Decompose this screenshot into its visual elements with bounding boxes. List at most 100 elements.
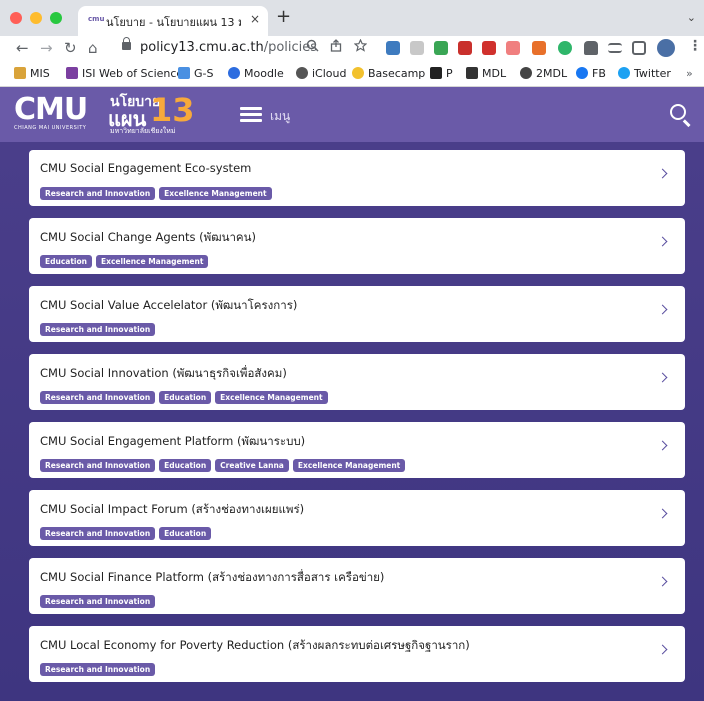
- policy-tag[interactable]: Excellence Management: [292, 459, 406, 472]
- bookmark-label: P: [446, 67, 453, 80]
- policy-title: CMU Social Impact Forum (สร้างช่องทางเผย…: [40, 502, 305, 516]
- policy-tag[interactable]: Creative Lanna: [215, 459, 289, 472]
- more-menu-icon[interactable]: ⋮: [688, 38, 702, 54]
- forward-button[interactable]: →: [40, 38, 53, 58]
- logo-number: 13: [150, 91, 195, 129]
- policy-tag[interactable]: Education: [159, 391, 212, 404]
- browser-tab-active[interactable]: cmu นโยบาย - นโยบายแผน 13 มหาวิทยาลัยเชี…: [78, 6, 268, 36]
- side-panel-icon[interactable]: [632, 41, 646, 55]
- bookmark-isi[interactable]: ISI Web of Science: [66, 67, 183, 80]
- policy-tags: Research and Innovation Excellence Manage…: [40, 181, 276, 200]
- acrobat-extension-icon[interactable]: [482, 41, 496, 55]
- bookmark-basecamp[interactable]: Basecamp: [352, 67, 425, 80]
- policy-title: CMU Local Economy for Poverty Reduction …: [40, 638, 470, 652]
- evernote-extension-icon[interactable]: [434, 41, 448, 55]
- chevron-right-icon: [657, 372, 668, 383]
- policy-list: CMU Social Engagement Eco-system Researc…: [0, 142, 704, 701]
- bookmark-p[interactable]: P: [430, 67, 453, 80]
- policy-tag[interactable]: Research and Innovation: [40, 391, 156, 404]
- policy-title: CMU Social Value Accelelator (พัฒนาโครงก…: [40, 298, 298, 312]
- minimize-window-button[interactable]: [30, 12, 42, 24]
- policy-card[interactable]: CMU Social Engagement Eco-system Researc…: [29, 150, 685, 206]
- cmu-logo-subtitle: CHIANG MAI UNIVERSITY: [14, 125, 87, 131]
- reload-button[interactable]: ↻: [64, 38, 77, 58]
- grammarly-extension-icon[interactable]: [558, 41, 572, 55]
- chevron-right-icon: [657, 236, 668, 247]
- search-icon[interactable]: [670, 104, 686, 120]
- policy-card[interactable]: CMU Social Innovation (พัฒนาธุรกิจเพื่อส…: [29, 354, 685, 410]
- sc-extension-icon[interactable]: [532, 41, 546, 55]
- tab-search-chevron-icon[interactable]: ⌄: [687, 11, 696, 24]
- mendeley-extension-icon[interactable]: [458, 41, 472, 55]
- policy-tags: Research and Innovation: [40, 589, 159, 608]
- tab-title: นโยบาย - นโยบายแผน 13 มหาวิทยาลัยเชียงให…: [106, 16, 241, 29]
- bookmark-2mdl[interactable]: 2MDL: [520, 67, 567, 80]
- policy-tag[interactable]: Education: [40, 255, 92, 268]
- policy-tag[interactable]: Research and Innovation: [40, 527, 156, 540]
- bookmark-label: ISI Web of Science: [82, 67, 184, 80]
- bookmark-label: 2MDL: [536, 67, 568, 80]
- reader-extension-icon[interactable]: [410, 41, 424, 55]
- new-tab-button[interactable]: +: [276, 7, 291, 27]
- bookmark-label: FB: [592, 67, 606, 80]
- policy-tag[interactable]: Education: [159, 459, 212, 472]
- policy-tag[interactable]: Excellence Management: [159, 187, 272, 200]
- hamburger-menu-icon[interactable]: [240, 107, 262, 122]
- bookmark-gs[interactable]: G-S: [178, 67, 213, 80]
- menu-label[interactable]: เมนู: [270, 107, 290, 126]
- bookmark-label: Basecamp: [368, 67, 426, 80]
- url-host: policy13.cmu.ac.th: [140, 40, 264, 55]
- python-extension-icon[interactable]: [386, 41, 400, 55]
- bookmark-mis[interactable]: MIS: [14, 67, 50, 80]
- policy-tags: Research and Innovation: [40, 317, 159, 336]
- site-header: CMU CHIANG MAI UNIVERSITY นโยบาย แผน 13 …: [0, 87, 704, 142]
- bookmark-fb[interactable]: FB: [576, 67, 606, 80]
- policy-tag[interactable]: Research and Innovation: [40, 595, 156, 608]
- puzzle-extensions-icon[interactable]: [584, 41, 598, 55]
- lock-icon: [122, 37, 131, 50]
- profile-avatar[interactable]: [657, 39, 675, 57]
- browser-toolbar: ← → ↻ ⌂ policy13.cmu.ac.th/policies ⋮: [0, 36, 704, 61]
- policy-title: CMU Social Engagement Platform (พัฒนาระบ…: [40, 434, 306, 448]
- policy-card[interactable]: CMU Social Engagement Platform (พัฒนาระบ…: [29, 422, 685, 478]
- bookmark-label: MIS: [30, 67, 50, 80]
- reading-list-icon[interactable]: [608, 43, 622, 53]
- policy-card[interactable]: CMU Social Impact Forum (สร้างช่องทางเผย…: [29, 490, 685, 546]
- bookmarks-bar: MIS ISI Web of Science G-S Moodle iCloud…: [0, 61, 704, 87]
- bookmark-mdl[interactable]: MDL: [466, 67, 506, 80]
- twitter-icon: [618, 67, 630, 79]
- policy-tag[interactable]: Research and Innovation: [40, 663, 156, 676]
- bookmarks-overflow-button[interactable]: »: [686, 67, 693, 80]
- policy-tag[interactable]: Excellence Management: [215, 391, 328, 404]
- policy-tag[interactable]: Research and Innovation: [40, 323, 156, 336]
- p-icon: [430, 67, 442, 79]
- back-button[interactable]: ←: [16, 38, 29, 58]
- home-button[interactable]: ⌂: [88, 38, 98, 58]
- policy-title: CMU Social Innovation (พัฒนาธุรกิจเพื่อส…: [40, 366, 287, 380]
- policy-tags: Research and Innovation Education Excellen…: [40, 385, 332, 404]
- policy-card[interactable]: CMU Social Change Agents (พัฒนาคน) Educa…: [29, 218, 685, 274]
- tab-close-icon[interactable]: ×: [250, 12, 260, 26]
- bookmark-moodle[interactable]: Moodle: [228, 67, 284, 80]
- mis-icon: [14, 67, 26, 79]
- bookmark-label: iCloud: [312, 67, 347, 80]
- policy-tag[interactable]: Research and Innovation: [40, 187, 156, 200]
- policy-card[interactable]: CMU Social Finance Platform (สร้างช่องทา…: [29, 558, 685, 614]
- policy-card[interactable]: CMU Local Economy for Poverty Reduction …: [29, 626, 685, 682]
- tab-strip: cmu นโยบาย - นโยบายแผน 13 มหาวิทยาลัยเชี…: [0, 0, 704, 36]
- policy-tag[interactable]: Education: [159, 527, 212, 540]
- policy-card[interactable]: CMU Social Value Accelelator (พัฒนาโครงก…: [29, 286, 685, 342]
- close-window-button[interactable]: [10, 12, 22, 24]
- bookmark-twitter[interactable]: Twitter: [618, 67, 671, 80]
- policy-tag[interactable]: Research and Innovation: [40, 459, 156, 472]
- isi-icon: [66, 67, 78, 79]
- maximize-window-button[interactable]: [50, 12, 62, 24]
- policy-tags: Research and Innovation: [40, 657, 159, 676]
- zoom-icon[interactable]: [306, 39, 319, 56]
- cmu-favicon-icon: cmu: [88, 15, 105, 23]
- share-icon[interactable]: [330, 39, 342, 56]
- zotero-extension-icon[interactable]: [506, 41, 520, 55]
- bookmark-icloud[interactable]: iCloud: [296, 67, 346, 80]
- policy-tag[interactable]: Excellence Management: [96, 255, 209, 268]
- bookmark-star-icon[interactable]: [353, 38, 368, 56]
